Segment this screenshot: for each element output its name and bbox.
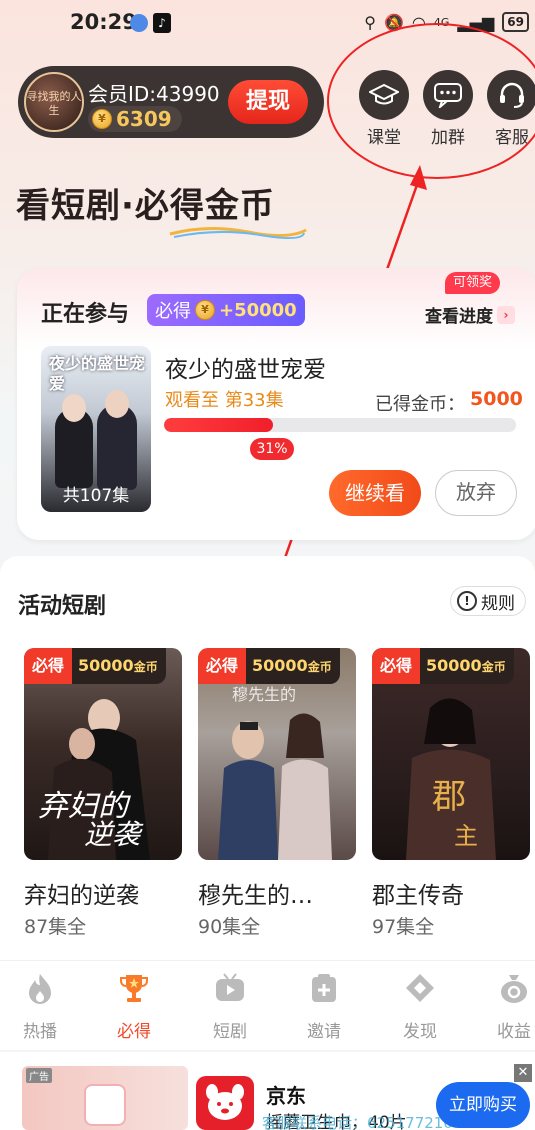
cover-face — [62, 394, 86, 422]
jd-logo-icon — [196, 1076, 254, 1130]
claim-tag: 可领奖 — [445, 272, 501, 294]
reward-tag-label: 必得 — [198, 648, 247, 684]
nav-label: 邀请 — [307, 1022, 341, 1042]
drama-title[interactable]: 穆先生的… — [198, 876, 356, 910]
continue-watching-button[interactable]: 继续看 — [329, 470, 421, 516]
episodes-total: 共107集 — [62, 486, 130, 506]
nav-label: 热播 — [23, 1022, 57, 1042]
browser-icon — [130, 14, 148, 32]
buy-now-button[interactable]: 立即购买 — [436, 1082, 530, 1128]
drama-title[interactable]: 郡主传奇 — [372, 876, 530, 910]
watched-episode: 观看至 第33集 — [165, 390, 284, 411]
coin-count: 6309 — [116, 107, 172, 131]
chevron-right-icon: › — [497, 305, 515, 324]
watermark-text: 客服联系电话：625177210 — [262, 1114, 453, 1130]
reward-tag: 必得 50000金币 — [24, 648, 166, 684]
progress-fill — [164, 418, 274, 432]
coin-icon: ¥ — [92, 109, 112, 129]
view-progress-link[interactable]: 查看进度 › — [425, 302, 515, 327]
nav-item-invite[interactable]: 邀请 — [294, 971, 354, 1042]
reward-tag-label: 必得 — [24, 648, 73, 684]
activity-title: 活动短剧 — [18, 594, 107, 619]
reward-tag-amount: 50000金币 — [420, 648, 514, 684]
page-headline: 看短剧·必得金币 — [16, 186, 275, 226]
cover-title: 夜少的盛世宠爱 — [49, 354, 146, 393]
bottom-nav: 热播 必得 短剧 邀请 发现 收益 — [0, 960, 535, 1050]
rules-button[interactable]: ! 规则 — [450, 586, 526, 616]
svg-text:穆先生的: 穆先生的 — [232, 685, 296, 704]
earned-value: 5000 — [470, 388, 523, 410]
svg-text:郡: 郡 — [432, 777, 466, 817]
drama-episode-count: 90集全 — [198, 916, 261, 938]
reward-tag: 必得 50000金币 — [372, 648, 514, 684]
ad-badge: 广告 — [26, 1068, 52, 1083]
drama-poster[interactable]: 郡 主 必得 50000金币 — [372, 648, 530, 860]
coin-balance: ¥ 6309 — [88, 106, 182, 132]
battery-icon: 69 — [502, 12, 529, 32]
nav-label: 发现 — [403, 1022, 437, 1042]
nav-label: 收益 — [497, 1022, 531, 1042]
ad-thumbnail[interactable]: 广告 — [22, 1066, 188, 1130]
money-bag-icon — [501, 975, 527, 1003]
earned-label: 已得金币： — [375, 394, 465, 415]
drama-episode-count: 87集全 — [24, 916, 87, 938]
gift-add-icon — [312, 974, 336, 1002]
nav-label: 必得 — [117, 1022, 151, 1042]
headline-underline — [169, 226, 307, 239]
reward-tag: 必得 50000金币 — [198, 648, 340, 684]
reward-badge-prefix: 必得 — [155, 301, 191, 322]
avatar[interactable]: 寻找我的人生 — [24, 72, 84, 132]
member-id: 会员ID:43990 — [88, 82, 220, 106]
withdraw-button[interactable]: 提现 — [228, 80, 308, 124]
ad-banner[interactable]: 广告 京东 摇蘑卫生巾，40片 客服联系电话：625177210 立即购买 ✕ — [0, 1052, 535, 1130]
nav-item-shorts[interactable]: 短剧 — [200, 971, 260, 1042]
annotation-ellipse — [327, 23, 535, 179]
give-up-button[interactable]: 放弃 — [435, 470, 517, 516]
close-icon[interactable]: ✕ — [514, 1064, 532, 1082]
drama-title[interactable]: 弃妇的逆袭 — [24, 876, 182, 910]
reward-badge-amount: +50000 — [219, 299, 297, 321]
view-progress-label: 查看进度 — [425, 307, 493, 327]
reward-tag-label: 必得 — [372, 648, 421, 684]
participating-card: 正在参与 必得 ¥ +50000 可领奖 查看进度 › 夜少的盛世宠爱 共107… — [17, 268, 535, 540]
tiktok-icon: ♪ — [153, 13, 171, 33]
trophy-icon — [120, 975, 148, 1002]
cover-face — [105, 390, 129, 418]
coin-icon: ¥ — [195, 300, 215, 320]
rules-label: 规则 — [481, 593, 515, 614]
reward-tag-amount: 50000金币 — [246, 648, 340, 684]
nav-item-guaranteed[interactable]: 必得 — [104, 971, 164, 1042]
flame-icon — [29, 974, 51, 1004]
drama-poster[interactable]: 穆先生的 必得 50000金币 — [198, 648, 356, 860]
nav-label: 短剧 — [213, 1022, 247, 1042]
ad-product-image — [84, 1084, 126, 1126]
nav-item-earnings[interactable]: 收益 — [484, 971, 535, 1042]
reward-tag-amount: 50000金币 — [72, 648, 166, 684]
drama-episode-count: 97集全 — [372, 916, 435, 938]
reward-badge: 必得 ¥ +50000 — [147, 294, 305, 326]
ad-brand: 京东 — [266, 1084, 306, 1108]
progress-percent: 31% — [250, 438, 294, 460]
member-card[interactable]: 寻找我的人生 会员ID:43990 ¥ 6309 提现 — [18, 66, 324, 138]
progress-bar — [164, 418, 516, 432]
nav-item-hot[interactable]: 热播 — [10, 971, 70, 1042]
drama-cover[interactable]: 夜少的盛世宠爱 共107集 — [41, 346, 151, 512]
location-icon: ⚲ — [364, 12, 376, 32]
discover-icon — [406, 974, 434, 1002]
drama-name[interactable]: 夜少的盛世宠爱 — [165, 350, 326, 384]
nav-item-discover[interactable]: 发现 — [390, 971, 450, 1042]
svg-text:主: 主 — [454, 822, 478, 850]
svg-text:逆袭: 逆袭 — [84, 818, 144, 851]
status-time: 20:29 — [70, 10, 137, 34]
participating-title: 正在参与 — [41, 302, 130, 327]
info-icon: ! — [457, 591, 477, 611]
drama-poster[interactable]: 弃妇的 逆袭 必得 50000金币 — [24, 648, 182, 860]
tv-play-icon — [216, 973, 244, 1001]
